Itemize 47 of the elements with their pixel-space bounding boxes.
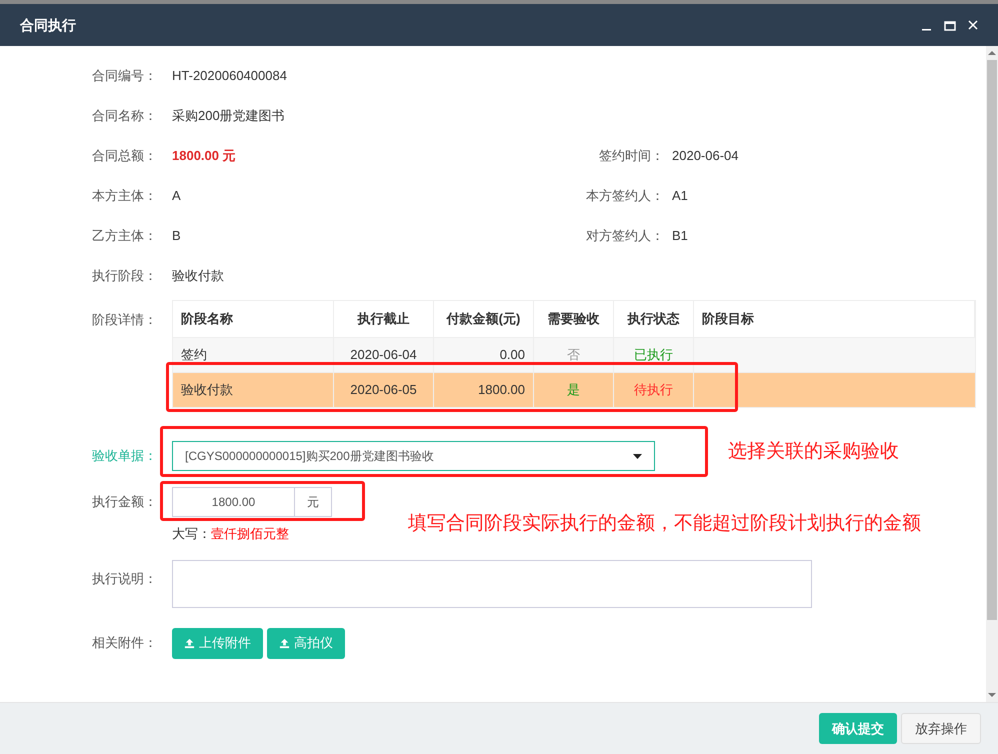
table-cell: 待执行 [614,373,694,407]
field-value: A [172,187,181,205]
caps-value: 壹仟捌佰元整 [211,525,289,543]
field-label: 执行阶段： [92,267,158,285]
table-cell: 1800.00 [434,373,534,407]
field-label: 合同编号： [92,67,158,85]
cancel-button[interactable]: 放弃操作 [901,713,981,744]
table-cell: 是 [534,373,614,407]
field-label: 乙方主体： [92,227,158,245]
caret-icon [633,454,642,458]
field-value: A1 [672,187,688,205]
field-value: B1 [672,227,688,245]
field-value: 2020-06-04 [672,147,738,165]
field-label: 执行说明： [92,570,157,586]
table-cell: 验收付款 [173,373,334,407]
upload-icon [279,638,290,648]
field-value: 1800.00 元 [172,147,236,165]
field-label: 签约时间： [598,147,664,165]
table-row[interactable]: 验收付款 2020-06-05 1800.00 是 待执行 [173,372,975,407]
field-label: 对方签约人： [585,227,664,245]
field-label: 验收单据： [92,447,158,466]
field-label: 本方主体： [92,187,158,205]
field-label: 合同名称： [92,107,158,125]
scrollbar[interactable] [986,46,998,702]
field-label: 相关附件： [92,634,158,652]
caps-label: 大写： [172,525,211,543]
field-value: HT-2020060400084 [172,67,287,85]
annotation-text: 选择关联的采购验收 [728,440,899,464]
field-label: 阶段详情： [92,312,157,327]
field-value: B [172,227,181,245]
close-icon[interactable] [968,20,978,30]
amount-field[interactable]: 1800.00 [172,487,295,517]
table-cell: 2020-06-05 [334,373,434,407]
window-title: 合同执行 [20,16,77,34]
annotation-text: 填写合同阶段实际执行的金额，不能超过阶段计划执行的金额 [408,512,921,536]
upload-icon [184,638,195,648]
unit-addon: 元 [295,487,332,517]
field-value: 验收付款 [172,267,224,285]
receipt-select[interactable]: [CGYS000000000015]购买200册党建图书验收 [172,441,655,471]
scrollbar-thumb[interactable] [987,60,997,620]
field-value: 采购200册党建图书 [172,107,285,125]
table-row[interactable]: 签约 2020-06-04 0.00 否 已执行 [173,337,975,372]
field-label: 执行金额： [92,493,158,512]
field-label: 本方签约人： [585,187,664,205]
field-label: 合同总额： [92,147,158,165]
maximize-icon[interactable] [944,20,956,30]
note-field[interactable] [172,560,812,608]
